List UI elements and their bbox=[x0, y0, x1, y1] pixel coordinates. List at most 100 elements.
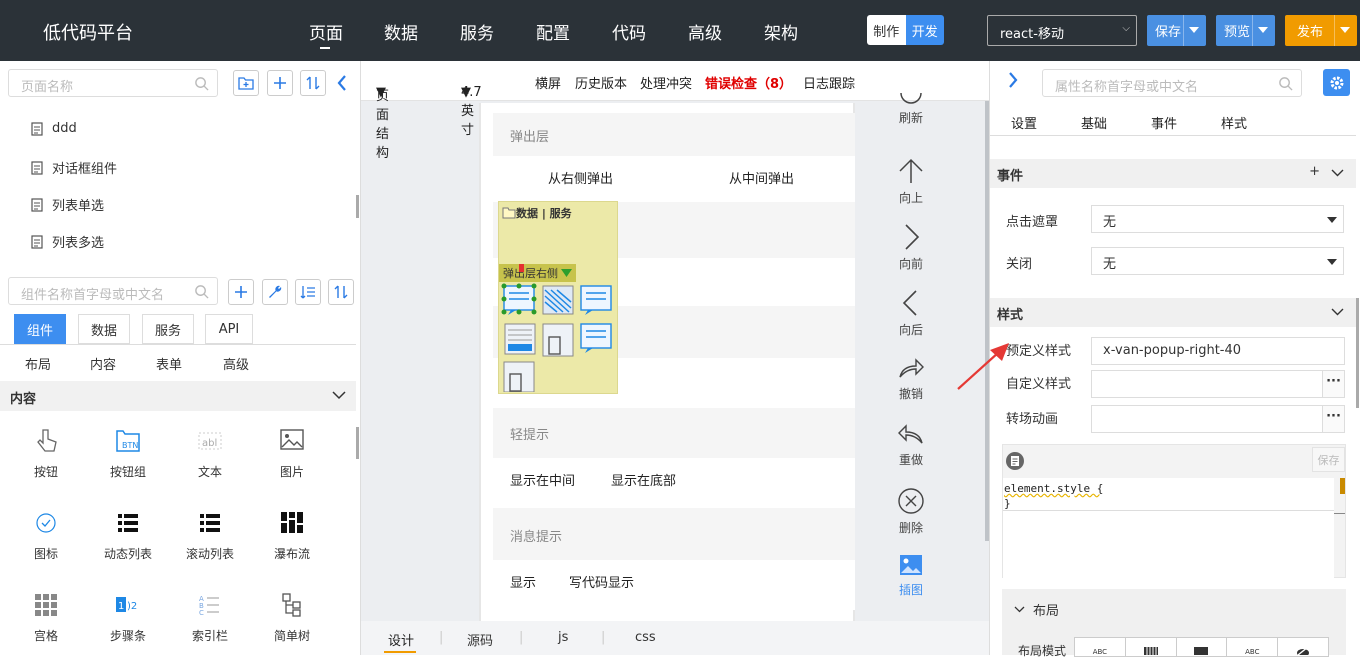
log-trace-button[interactable]: 日志跟踪 bbox=[803, 73, 855, 92]
component-steps[interactable]: 1)2 步骤条 bbox=[88, 591, 168, 644]
predefined-style-input[interactable]: x-van-popup-right-40 bbox=[1091, 337, 1345, 365]
subtab-advanced[interactable]: 高级 bbox=[223, 354, 249, 373]
settings-button[interactable] bbox=[1323, 69, 1350, 96]
nav-config[interactable]: 配置 bbox=[536, 19, 570, 44]
property-search-input[interactable]: 属性名称首字母或中文名 bbox=[1042, 69, 1302, 97]
component-scroll-list[interactable]: 滚动列表 bbox=[170, 509, 250, 562]
section-content-header[interactable]: 内容 bbox=[0, 381, 356, 411]
component-button[interactable]: 按钮 bbox=[6, 427, 86, 480]
layout-option-hidden-icon[interactable] bbox=[1278, 638, 1328, 656]
notify-show-cell[interactable]: 显示 bbox=[510, 572, 536, 591]
undo-button[interactable]: 撤销 bbox=[891, 355, 931, 402]
move-up-button[interactable]: 向上 bbox=[891, 157, 931, 206]
component-image[interactable]: 图片 bbox=[252, 427, 332, 480]
nav-page[interactable]: 页面 bbox=[309, 19, 343, 44]
layout-option-text-box-icon[interactable]: ABC bbox=[1227, 638, 1279, 656]
code-area[interactable]: element.style { } bbox=[1003, 478, 1334, 578]
tab-style[interactable]: 样式 bbox=[1221, 113, 1247, 132]
error-check-button[interactable]: 错误检查（8） bbox=[705, 73, 792, 92]
component-waterfall[interactable]: 瀑布流 bbox=[252, 509, 332, 562]
conflict-button[interactable]: 处理冲突 bbox=[640, 73, 692, 92]
layout-option-block-icon[interactable] bbox=[1177, 638, 1228, 656]
overlay-tag[interactable]: 弹出层右侧 bbox=[499, 264, 576, 282]
custom-style-input[interactable]: ··· bbox=[1091, 370, 1345, 398]
add-folder-button[interactable] bbox=[233, 70, 259, 96]
landscape-button[interactable]: 横屏 bbox=[535, 73, 561, 92]
tab-settings[interactable]: 设置 bbox=[1011, 113, 1037, 132]
forward-button[interactable]: 向前 bbox=[891, 223, 931, 272]
wrench-button[interactable] bbox=[262, 279, 288, 305]
component-button-group[interactable]: BTN 按钮组 bbox=[88, 427, 168, 480]
save-button[interactable]: 保存 bbox=[1147, 15, 1206, 46]
mode-make-button[interactable]: 制作 bbox=[867, 15, 906, 45]
tab-css[interactable]: css bbox=[635, 630, 656, 645]
component-text[interactable]: abl 文本 bbox=[170, 427, 250, 480]
toast-center-cell[interactable]: 显示在中间 bbox=[510, 470, 575, 489]
page-list-scrollbar[interactable] bbox=[356, 195, 359, 218]
click-mask-select[interactable]: 无 bbox=[1091, 205, 1344, 233]
notify-code-cell[interactable]: 写代码显示 bbox=[569, 572, 634, 591]
platform-select[interactable]: react-移动 ⌵ bbox=[987, 15, 1137, 46]
layout-option-text-icon[interactable]: ABC bbox=[1075, 638, 1126, 656]
properties-scrollbar[interactable] bbox=[1356, 298, 1359, 408]
popup-right-cell[interactable]: 从右侧弹出 bbox=[548, 168, 613, 187]
more-icon[interactable]: ··· bbox=[1322, 371, 1344, 397]
add-page-button[interactable] bbox=[267, 70, 293, 96]
backward-button[interactable]: 向后 bbox=[891, 289, 931, 338]
publish-button[interactable]: 发布 bbox=[1285, 15, 1357, 46]
delete-button[interactable]: 删除 bbox=[891, 487, 931, 536]
component-search-input[interactable]: 组件名称首字母或中文名 bbox=[8, 277, 218, 305]
subtab-content[interactable]: 内容 bbox=[90, 354, 116, 373]
tab-events[interactable]: 事件 bbox=[1151, 113, 1177, 132]
page-item[interactable]: 列表单选 bbox=[30, 195, 104, 214]
nav-data[interactable]: 数据 bbox=[384, 19, 418, 44]
tab-data[interactable]: 数据 bbox=[78, 314, 130, 344]
refresh-button[interactable]: 刷新 bbox=[891, 91, 931, 126]
sort-pages-button[interactable] bbox=[300, 70, 326, 96]
add-event-icon[interactable]: + bbox=[1309, 164, 1320, 179]
popup-center-cell[interactable]: 从中间弹出 bbox=[729, 168, 794, 187]
collapse-left-icon[interactable] bbox=[336, 74, 348, 92]
tab-source[interactable]: 源码 bbox=[467, 630, 493, 649]
style-section-header[interactable]: 样式 bbox=[990, 298, 1356, 327]
tab-api[interactable]: API bbox=[205, 314, 253, 344]
toast-bottom-cell[interactable]: 显示在底部 bbox=[611, 470, 676, 489]
preview-button[interactable]: 预览 bbox=[1216, 15, 1275, 46]
document-icon[interactable] bbox=[1005, 451, 1025, 471]
subtab-layout[interactable]: 布局 bbox=[25, 354, 51, 373]
layout-option-columns-icon[interactable] bbox=[1126, 638, 1177, 656]
component-simple-tree[interactable]: 简单树 bbox=[252, 591, 332, 644]
redo-button[interactable]: 重做 bbox=[891, 421, 931, 468]
drag-handle[interactable] bbox=[519, 264, 524, 272]
page-item[interactable]: ddd bbox=[30, 121, 77, 136]
nav-architecture[interactable]: 架构 bbox=[764, 19, 798, 44]
layout-section-header[interactable]: 布局 bbox=[1014, 600, 1059, 619]
subtab-form[interactable]: 表单 bbox=[156, 354, 182, 373]
add-component-button[interactable] bbox=[228, 279, 254, 305]
component-list-scrollbar[interactable] bbox=[356, 427, 359, 459]
popup-right-overlay[interactable]: 数据 | 服务 弹出层右侧 bbox=[498, 201, 618, 394]
nav-service[interactable]: 服务 bbox=[460, 19, 494, 44]
nav-code[interactable]: 代码 bbox=[612, 19, 646, 44]
page-search-input[interactable]: 页面名称 bbox=[8, 69, 218, 97]
mode-dev-button[interactable]: 开发 bbox=[905, 15, 944, 45]
tab-services[interactable]: 服务 bbox=[142, 314, 194, 344]
tab-js[interactable]: js bbox=[558, 630, 568, 645]
page-item[interactable]: 对话框组件 bbox=[30, 158, 117, 177]
component-index-bar[interactable]: ABC 索引栏 bbox=[170, 591, 250, 644]
transition-input[interactable]: ··· bbox=[1091, 405, 1345, 433]
tab-components[interactable]: 组件 bbox=[14, 314, 66, 344]
sort-components-button[interactable] bbox=[328, 279, 354, 305]
component-icon[interactable]: 图标 bbox=[6, 509, 86, 562]
code-save-button[interactable]: 保存 bbox=[1312, 447, 1345, 472]
tab-design[interactable]: 设计 bbox=[388, 630, 414, 649]
insert-image-button[interactable]: 插图 bbox=[891, 553, 931, 598]
tab-basic[interactable]: 基础 bbox=[1081, 113, 1107, 132]
close-event-select[interactable]: 无 bbox=[1091, 247, 1344, 275]
expand-panel-icon[interactable] bbox=[1007, 71, 1019, 89]
nav-advanced[interactable]: 高级 bbox=[688, 19, 722, 44]
events-section-header[interactable]: 事件 + bbox=[990, 159, 1356, 188]
component-grid[interactable]: 宫格 bbox=[6, 591, 86, 644]
page-item[interactable]: 列表多选 bbox=[30, 232, 104, 251]
more-icon[interactable]: ··· bbox=[1322, 406, 1344, 432]
